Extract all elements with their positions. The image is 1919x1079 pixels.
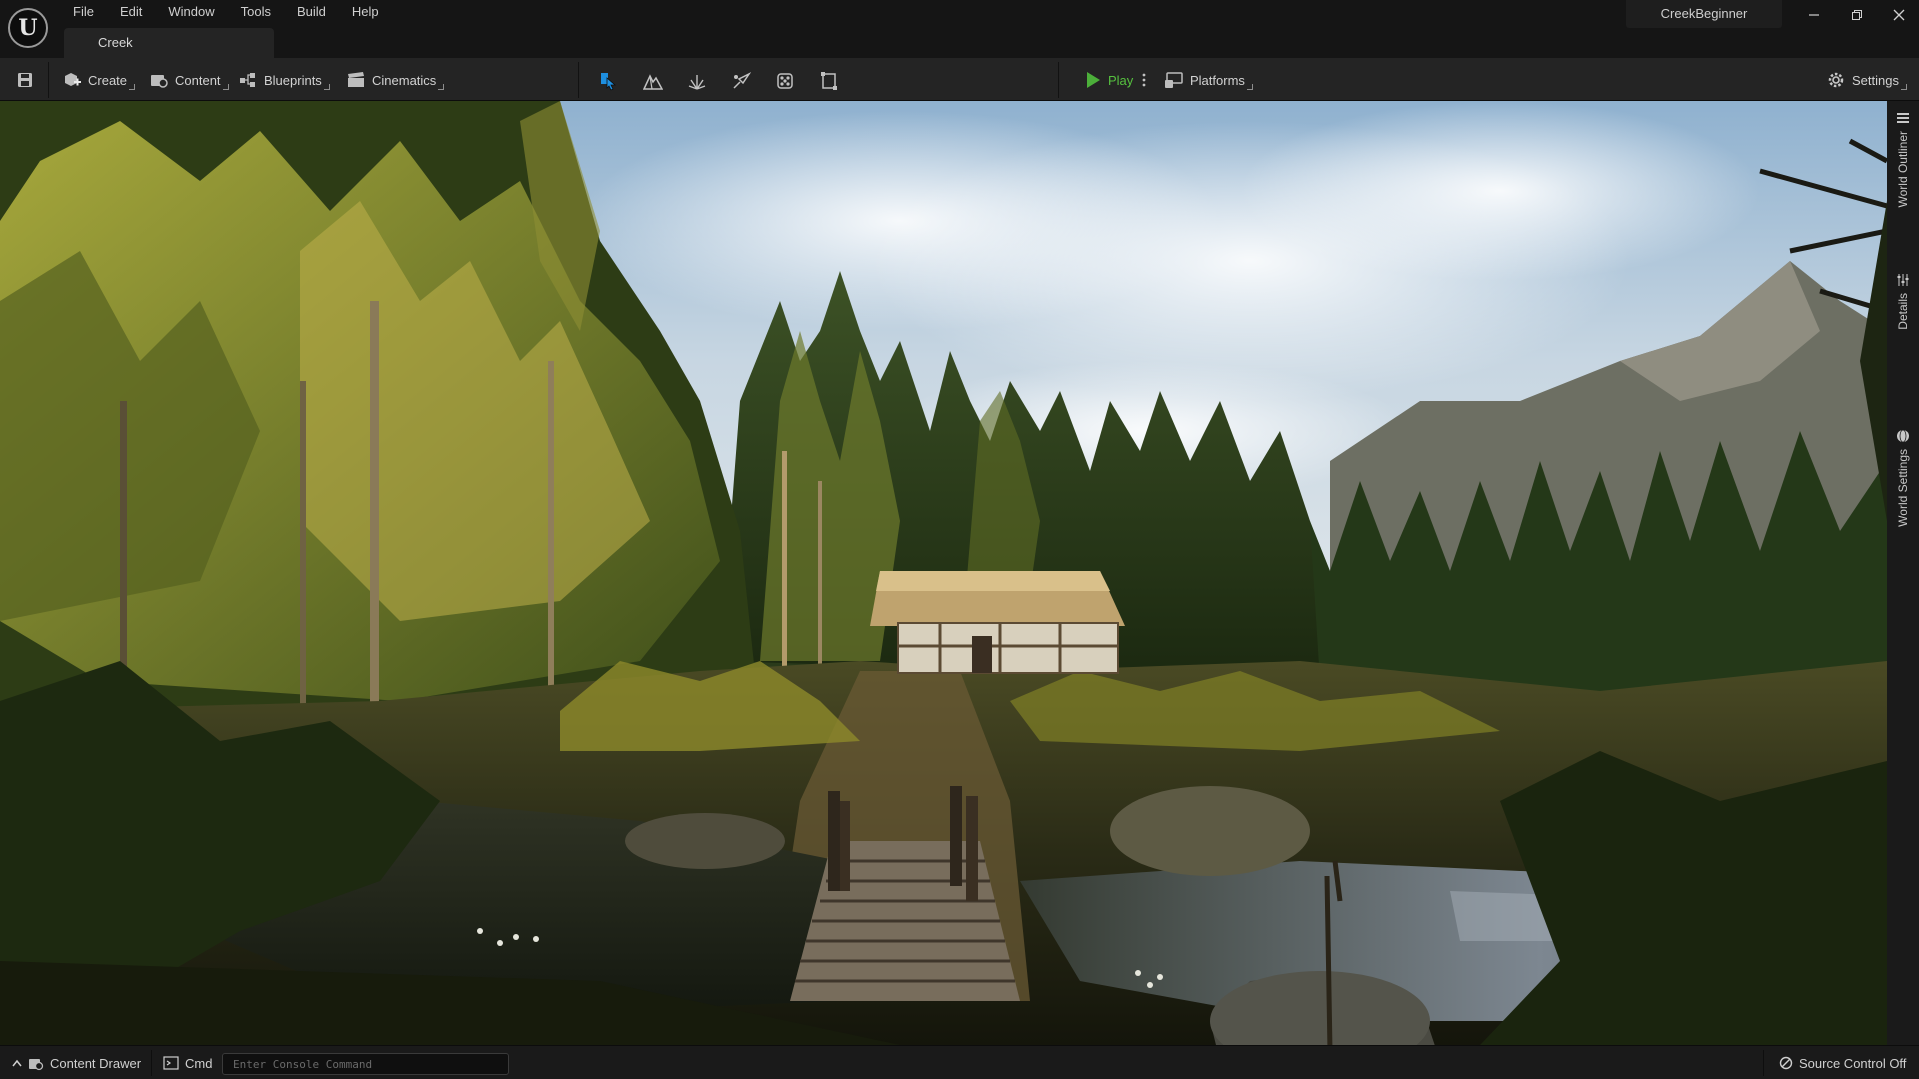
content-drawer-button[interactable]: Content Drawer	[12, 1046, 141, 1079]
console-command-input[interactable]	[222, 1053, 509, 1075]
settings-button[interactable]: Settings	[1822, 66, 1907, 94]
cmd-label: Cmd	[185, 1055, 213, 1071]
cinematics-icon	[348, 72, 364, 87]
statusbar-divider	[1763, 1050, 1764, 1076]
world-settings-label: World Settings	[1896, 449, 1910, 527]
cinematics-button[interactable]: Cinematics	[342, 66, 445, 94]
globe-icon	[1897, 429, 1909, 443]
save-button[interactable]	[12, 66, 38, 94]
title-bar: U File Edit Window Tools Build Help Cree…	[0, 0, 1919, 58]
menu-build[interactable]: Build	[284, 0, 339, 24]
source-control-label: Source Control Off	[1799, 1055, 1907, 1071]
cmd-selector[interactable]: Cmd	[163, 1046, 212, 1079]
play-button[interactable]: Play	[1080, 66, 1137, 94]
mesh-paint-mode-icon[interactable]	[730, 70, 752, 92]
blueprints-icon	[240, 73, 255, 87]
source-control-button[interactable]: Source Control Off	[1779, 1046, 1906, 1079]
statusbar-divider	[151, 1050, 152, 1076]
create-button[interactable]: Create	[58, 66, 136, 94]
level-viewport[interactable]	[0, 101, 1887, 1045]
menu-window[interactable]: Window	[155, 0, 227, 24]
settings-label: Settings	[1852, 72, 1899, 88]
content-button[interactable]: Content	[145, 66, 229, 94]
details-label: Details	[1896, 293, 1910, 330]
landscape-mode-icon[interactable]	[642, 70, 664, 92]
outliner-icon	[1897, 113, 1909, 123]
play-label: Play	[1108, 72, 1134, 88]
minimize-icon[interactable]	[1799, 2, 1829, 28]
play-icon	[1087, 72, 1100, 88]
status-bar: Content Drawer Cmd Source Control Off	[0, 1045, 1919, 1079]
blueprints-label: Blueprints	[264, 72, 322, 88]
toolbar-divider	[48, 62, 49, 98]
unreal-logo-icon[interactable]: U	[8, 8, 48, 48]
menu-tools[interactable]: Tools	[228, 0, 284, 24]
content-label: Content	[175, 72, 221, 88]
foliage-mode-icon[interactable]	[686, 70, 708, 92]
details-tab[interactable]: Details	[1891, 273, 1915, 330]
toolbar-divider	[1058, 62, 1059, 98]
world-outliner-label: World Outliner	[1896, 131, 1910, 208]
platforms-button[interactable]: Platforms	[1160, 66, 1253, 94]
project-name: CreekBeginner	[1626, 0, 1782, 28]
toolbar-divider	[578, 62, 579, 98]
scene-render	[0, 101, 1887, 1045]
side-panel-strip: World Outliner Details World Settings	[1887, 101, 1919, 1045]
content-drawer-icon	[29, 1059, 44, 1071]
no-entry-icon	[1779, 1056, 1793, 1070]
create-icon	[65, 73, 81, 86]
restore-icon[interactable]	[1842, 2, 1872, 28]
create-label: Create	[88, 72, 128, 88]
platforms-icon	[1165, 72, 1183, 88]
details-icon	[1897, 274, 1909, 286]
modeling-mode-icon[interactable]	[818, 70, 840, 92]
fracture-mode-icon[interactable]	[774, 70, 796, 92]
level-tab[interactable]: Creek	[64, 28, 274, 58]
close-icon[interactable]	[1884, 2, 1914, 28]
world-settings-tab[interactable]: World Settings	[1891, 429, 1915, 527]
cinematics-label: Cinematics	[372, 72, 437, 88]
chevron-up-icon	[12, 1059, 22, 1067]
menu-help[interactable]: Help	[339, 0, 392, 24]
menu-edit[interactable]: Edit	[107, 0, 155, 24]
gear-icon	[1828, 72, 1844, 88]
content-drawer-label: Content Drawer	[50, 1055, 142, 1071]
select-mode-icon[interactable]	[597, 70, 619, 92]
save-icon	[18, 73, 32, 87]
content-icon	[151, 75, 168, 88]
platforms-label: Platforms	[1190, 72, 1245, 88]
play-options-icon[interactable]	[1138, 66, 1150, 94]
menu-file[interactable]: File	[60, 0, 107, 24]
world-outliner-tab[interactable]: World Outliner	[1891, 111, 1915, 207]
terminal-icon	[163, 1056, 179, 1070]
menu-bar: File Edit Window Tools Build Help	[60, 0, 392, 24]
main-toolbar: Create Content Blueprints Cinematics Pla…	[0, 58, 1919, 101]
blueprints-button[interactable]: Blueprints	[234, 66, 330, 94]
